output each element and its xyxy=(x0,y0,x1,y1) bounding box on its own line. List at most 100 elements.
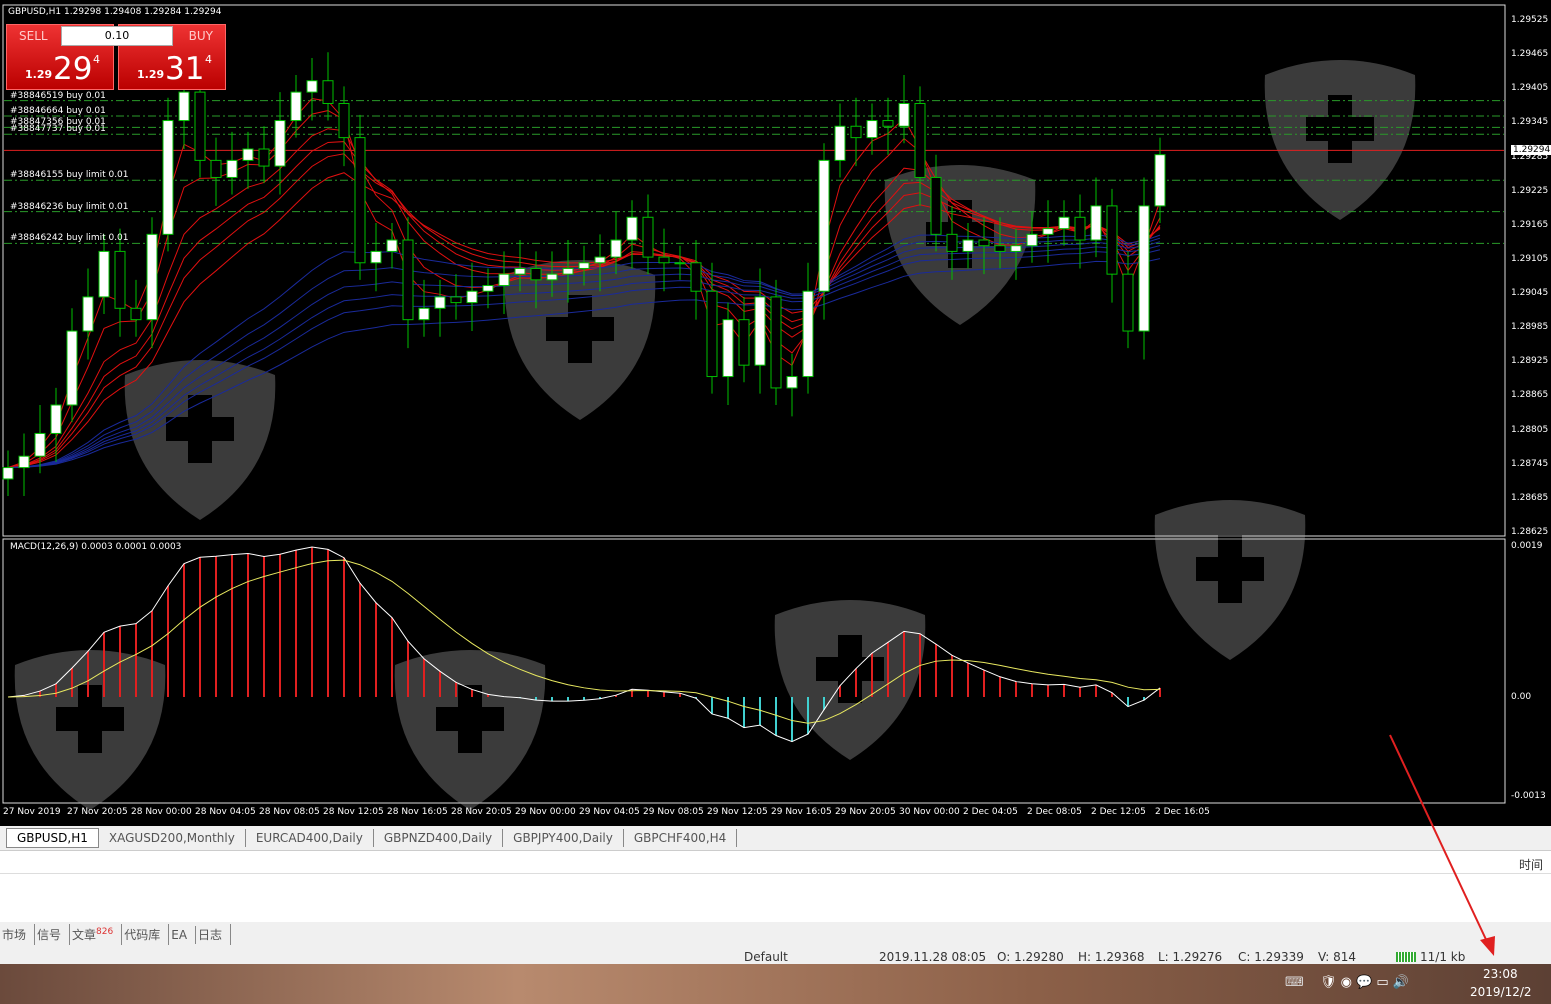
price-axis-label: 1.29345 xyxy=(1511,117,1549,128)
keyboard-icon[interactable]: ⌨ xyxy=(1285,975,1304,990)
time-axis-label: 2 Dec 04:05 xyxy=(963,807,1018,817)
terminal-tab[interactable]: 日志 xyxy=(196,924,232,945)
buy-label: BUY xyxy=(188,29,213,43)
price-axis-label: 1.28805 xyxy=(1511,424,1549,435)
price-axis-label: 1.29405 xyxy=(1511,83,1549,94)
sell-price-big: 29 xyxy=(53,51,93,87)
candle xyxy=(146,217,158,349)
chart-tab[interactable]: XAGUSD200,Monthly xyxy=(99,829,246,847)
status-open: O: 1.29280 xyxy=(997,950,1064,964)
candle xyxy=(66,308,78,423)
macd-axis-zero: 0.00 xyxy=(1511,692,1532,702)
sell-price-prefix: 1.29 xyxy=(25,68,53,81)
macd-label: MACD(12,26,9) 0.0003 0.0001 0.0003 xyxy=(10,542,182,552)
candle xyxy=(130,279,142,337)
status-close: C: 1.29339 xyxy=(1238,950,1304,964)
terminal-tab-label: 日志 xyxy=(198,928,223,942)
price-axis-label: 1.29465 xyxy=(1511,49,1549,60)
order-label: #38846519 buy 0.01 xyxy=(10,90,106,101)
candle xyxy=(322,52,334,121)
terminal-tab[interactable]: 文章826 xyxy=(70,924,123,945)
status-datetime: 2019.11.28 08:05 xyxy=(879,950,987,964)
terminal-tab[interactable]: 信号 xyxy=(35,924,71,945)
candle xyxy=(194,75,206,178)
order-label: #38846236 buy limit 0.01 xyxy=(10,201,129,212)
candle xyxy=(210,137,222,206)
buy-price-big: 31 xyxy=(165,51,205,87)
time-axis-label: 28 Nov 08:05 xyxy=(259,807,320,817)
terminal-tab[interactable]: EA xyxy=(169,926,197,944)
terminal-panel: 时间 xyxy=(0,850,1551,922)
chart-tab[interactable]: GBPCHF400,H4 xyxy=(624,829,738,847)
candle xyxy=(690,240,702,320)
chart-tab[interactable]: GBPUSD,H1 xyxy=(6,828,99,848)
candle xyxy=(898,75,910,144)
status-volume: V: 814 xyxy=(1318,950,1356,964)
buy-price-sup: 4 xyxy=(205,53,212,66)
windows-taskbar: ⌨ 🛡 ◉ 💬 ▭ 🔊 23:08 2019/12/2 xyxy=(0,964,1551,1004)
chart-tab[interactable]: GBPJPY400,Daily xyxy=(503,829,624,847)
macd-axis-bottom: -0.0013 xyxy=(1511,791,1546,801)
terminal-tabs: 市场 信号 文章826 代码库 EA 日志 xyxy=(0,922,1551,948)
one-click-trading-panel: SELL 1.29 29 4 BUY 1.29 31 4 0.10 xyxy=(6,24,226,90)
clock-time[interactable]: 23:08 xyxy=(1483,967,1518,981)
time-axis-label: 29 Nov 16:05 xyxy=(771,807,832,817)
candle xyxy=(866,103,878,155)
price-axis-label: 1.29225 xyxy=(1511,185,1549,196)
price-axis-label: 1.29105 xyxy=(1511,253,1549,264)
time-axis-label: 28 Nov 20:05 xyxy=(451,807,512,817)
clock-date[interactable]: 2019/12/2 xyxy=(1470,985,1532,999)
lot-value: 0.10 xyxy=(104,29,130,42)
chart-tab[interactable]: GBPNZD400,Daily xyxy=(374,829,504,847)
time-axis-label: 28 Nov 00:00 xyxy=(131,807,192,817)
lot-size-input[interactable]: 0.10 xyxy=(61,26,173,46)
candle xyxy=(2,450,14,497)
chart-tab[interactable]: EURCAD400,Daily xyxy=(246,829,374,847)
candle xyxy=(706,262,718,394)
watermark-shield-icon xyxy=(1154,500,1306,660)
candle xyxy=(626,200,638,269)
candle xyxy=(18,433,30,497)
candle xyxy=(354,114,366,280)
terminal-tab[interactable]: 市场 xyxy=(0,924,36,945)
candle xyxy=(98,234,110,314)
price-axis-label: 1.28625 xyxy=(1511,527,1549,537)
order-label: #38846155 buy limit 0.01 xyxy=(10,170,129,181)
candle xyxy=(386,222,398,269)
candle xyxy=(290,75,302,138)
terminal-tab-label: 市场 xyxy=(2,928,27,942)
tray-app-icons[interactable]: 🛡 ◉ 💬 ▭ 🔊 xyxy=(1320,975,1409,990)
candle xyxy=(370,222,382,292)
time-axis-label: 30 Nov 00:00 xyxy=(899,807,960,817)
watermark-shield-icon xyxy=(774,600,926,760)
time-axis-label: 2 Dec 16:05 xyxy=(1155,807,1210,817)
price-axis-label: 1.28745 xyxy=(1511,458,1549,469)
time-axis-label: 27 Nov 20:05 xyxy=(67,807,128,817)
candle xyxy=(1138,177,1150,360)
price-axis-label: 1.28925 xyxy=(1511,356,1549,367)
status-traffic: 11/1 kb xyxy=(1420,950,1466,964)
candle xyxy=(802,262,814,394)
candle xyxy=(770,279,782,405)
status-high: H: 1.29368 xyxy=(1078,950,1145,964)
terminal-tab[interactable]: 代码库 xyxy=(122,924,170,945)
chart-tabs: GBPUSD,H1 XAGUSD200,Monthly EURCAD400,Dail… xyxy=(0,826,1551,850)
time-axis-label: 28 Nov 04:05 xyxy=(195,807,256,817)
status-profile: Default xyxy=(744,950,788,964)
candle xyxy=(482,268,494,309)
price-axis-label: 1.29525 xyxy=(1511,15,1549,25)
terminal-tab-label: EA xyxy=(171,928,188,942)
candle xyxy=(450,274,462,320)
time-axis-label: 2 Dec 08:05 xyxy=(1027,807,1082,817)
candle xyxy=(306,57,318,121)
article-count-badge: 826 xyxy=(96,927,114,937)
chart-title: GBPUSD,H1 1.29298 1.29408 1.29284 1.2929… xyxy=(8,7,222,17)
current-price-label: 1.29294 xyxy=(1511,145,1551,156)
watermark-shield-icon xyxy=(394,650,546,810)
buy-price-prefix: 1.29 xyxy=(137,68,165,81)
price-chart[interactable] xyxy=(0,0,1551,826)
price-axis-label: 1.28985 xyxy=(1511,322,1549,333)
order-label: #38846664 buy 0.01 xyxy=(10,106,106,116)
candle xyxy=(1042,200,1054,263)
sell-price-sup: 4 xyxy=(93,53,100,66)
